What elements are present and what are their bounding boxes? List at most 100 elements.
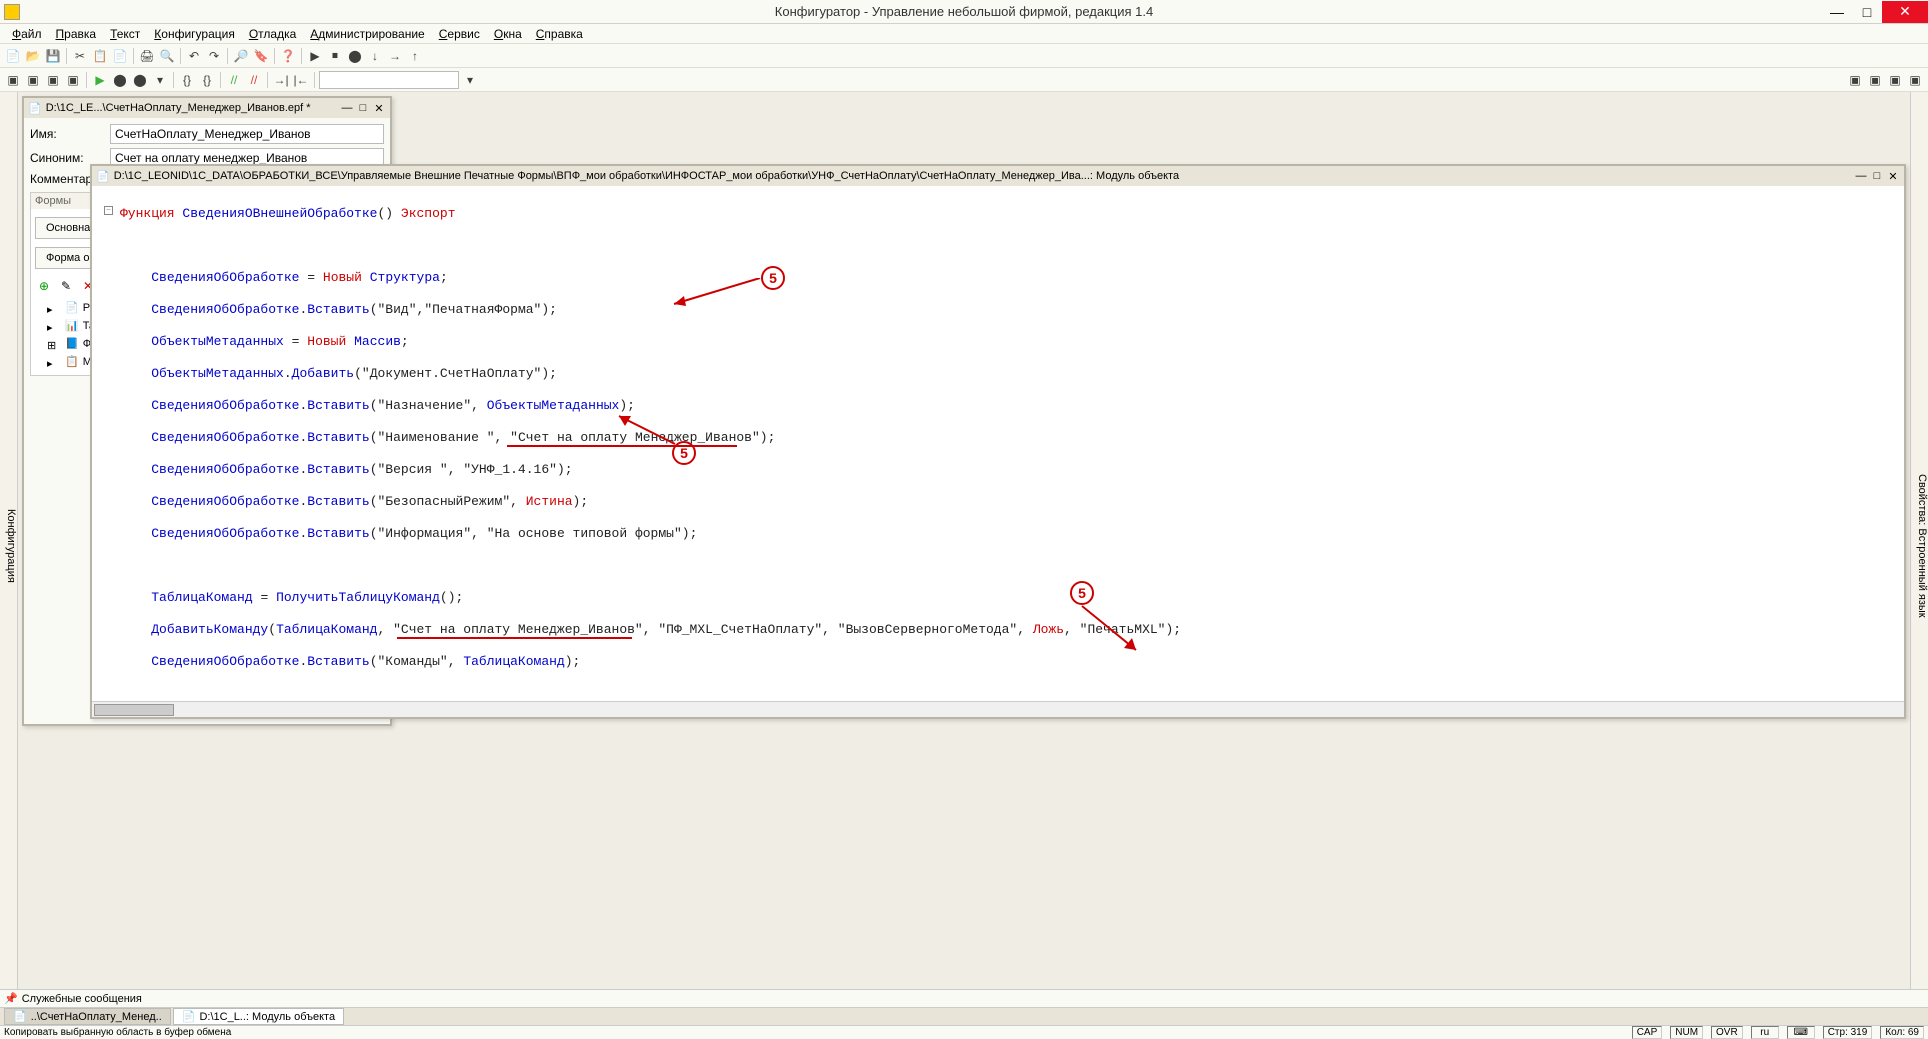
status-ovr: OVR (1711, 1026, 1743, 1039)
close-button[interactable]: ✕ (1882, 1, 1928, 23)
name-input[interactable] (110, 124, 384, 144)
menu-file[interactable]: Файл (6, 25, 48, 43)
synonym-label: Синоним: (30, 151, 110, 165)
messages-label: Служебные сообщения (22, 993, 142, 1005)
menu-admin[interactable]: Администрирование (304, 25, 430, 43)
fold-icon[interactable]: − (104, 206, 113, 215)
status-cap: CAP (1632, 1026, 1663, 1039)
document-tabs: 📄..\СчетНаОплату_Менед.. 📄D:\1C_L..: Мод… (0, 1007, 1928, 1025)
document-icon: 📄 (96, 170, 110, 183)
tb2-icon-10[interactable]: {} (198, 71, 216, 89)
code-close-button[interactable]: ✕ (1886, 169, 1900, 183)
status-keyboard-icon[interactable]: ⌨ (1787, 1026, 1815, 1039)
scrollbar-thumb[interactable] (94, 704, 174, 716)
status-num: NUM (1670, 1026, 1703, 1039)
annotation-marker: 5 (1070, 581, 1094, 605)
step-over-icon[interactable]: → (386, 47, 404, 65)
messages-panel[interactable]: 📌 Служебные сообщения (0, 989, 1928, 1007)
paste-icon[interactable]: 📄 (111, 47, 129, 65)
preview-icon[interactable]: 🔍 (158, 47, 176, 65)
main-area: Конфигурация Свойства: Встроенный язык 📄… (0, 92, 1928, 989)
open-icon[interactable]: 📂 (24, 47, 42, 65)
tb2-icon-3[interactable]: ▣ (44, 71, 62, 89)
horizontal-scrollbar[interactable] (92, 701, 1904, 717)
run-icon[interactable]: ▶ (91, 71, 109, 89)
side-tab-config[interactable]: Конфигурация (0, 92, 18, 989)
save-icon[interactable]: 💾 (44, 47, 62, 65)
search-go-icon[interactable]: ▾ (461, 71, 479, 89)
bookmark-icon[interactable]: 🔖 (252, 47, 270, 65)
name-label: Имя: (30, 127, 110, 141)
toolbar-2: ▣ ▣ ▣ ▣ ▶ ⬤ ⬤ ▾ {} {} // // →| |← ▾ ▣ ▣ … (0, 68, 1928, 92)
redo-icon[interactable]: ↷ (205, 47, 223, 65)
tb2-icon-9[interactable]: {} (178, 71, 196, 89)
tb2-icon-1[interactable]: ▣ (4, 71, 22, 89)
print-icon[interactable]: 🖨 (138, 47, 156, 65)
comment-icon[interactable]: // (225, 71, 243, 89)
indent-icon[interactable]: →| (272, 71, 290, 89)
code-window-title: D:\1C_LEONID\1C_DATA\ОБРАБОТКИ_ВСЕ\Управ… (114, 170, 1850, 182)
menu-text[interactable]: Текст (104, 25, 146, 43)
menubar: Файл Правка Текст Конфигурация Отладка А… (0, 24, 1928, 44)
tb2-icon-4[interactable]: ▣ (64, 71, 82, 89)
code-window: 📄 D:\1C_LEONID\1C_DATA\ОБРАБОТКИ_ВСЕ\Упр… (90, 164, 1906, 719)
cut-icon[interactable]: ✂ (71, 47, 89, 65)
app-icon (4, 4, 20, 20)
app-title: Конфигуратор - Управление небольшой фирм… (775, 4, 1153, 19)
new-icon[interactable]: 📄 (4, 47, 22, 65)
debug-start-icon[interactable]: ▶ (306, 47, 324, 65)
statusbar: Копировать выбранную область в буфер обм… (0, 1025, 1928, 1039)
uncomment-icon[interactable]: // (245, 71, 263, 89)
step-out-icon[interactable]: ↑ (406, 47, 424, 65)
tb2-icon-6[interactable]: ⬤ (111, 71, 129, 89)
tb2-icon-2[interactable]: ▣ (24, 71, 42, 89)
menu-config[interactable]: Конфигурация (148, 25, 241, 43)
document-icon: 📄 (13, 1010, 27, 1023)
props-window-title: D:\1C_LE...\СчетНаОплату_Менеджер_Иванов… (46, 102, 311, 114)
debug-stop-icon[interactable]: ⏹ (326, 47, 344, 65)
code-minimize-button[interactable]: — (1854, 169, 1868, 183)
annotation-underline (507, 445, 737, 447)
menu-windows[interactable]: Окна (488, 25, 528, 43)
annotation-marker: 5 (672, 441, 696, 465)
tb2-icon-8[interactable]: ▾ (151, 71, 169, 89)
props-minimize-button[interactable]: — (340, 101, 354, 115)
side-tab-props[interactable]: Свойства: Встроенный язык (1910, 92, 1928, 989)
tb-right-1[interactable]: ▣ (1846, 71, 1864, 89)
tb-right-3[interactable]: ▣ (1886, 71, 1904, 89)
props-close-button[interactable]: ✕ (372, 101, 386, 115)
tb-right-2[interactable]: ▣ (1866, 71, 1884, 89)
doc-tab-active[interactable]: 📄D:\1C_L..: Модуль объекта (173, 1008, 344, 1025)
menu-service[interactable]: Сервис (433, 25, 486, 43)
menu-edit[interactable]: Правка (50, 25, 103, 43)
annotation-marker: 5 (761, 266, 785, 290)
tb2-icon-7[interactable]: ⬤ (131, 71, 149, 89)
find-icon[interactable]: 🔎 (232, 47, 250, 65)
status-hint: Копировать выбранную область в буфер обм… (4, 1027, 231, 1038)
minimize-button[interactable]: — (1822, 1, 1852, 23)
tb-right-4[interactable]: ▣ (1906, 71, 1924, 89)
step-into-icon[interactable]: ↓ (366, 47, 384, 65)
code-editor[interactable]: −Функция СведенияОВнешнейОбработке() Экс… (92, 186, 1904, 701)
pin-icon[interactable]: 📌 (4, 992, 18, 1005)
status-lang: ru (1751, 1026, 1779, 1039)
props-titlebar[interactable]: 📄 D:\1C_LE...\СчетНаОплату_Менеджер_Иван… (24, 98, 390, 118)
code-titlebar[interactable]: 📄 D:\1C_LEONID\1C_DATA\ОБРАБОТКИ_ВСЕ\Упр… (92, 166, 1904, 186)
search-input[interactable] (319, 71, 459, 89)
copy-icon[interactable]: 📋 (91, 47, 109, 65)
help-icon[interactable]: ❓ (279, 47, 297, 65)
menu-debug[interactable]: Отладка (243, 25, 302, 43)
doc-tab[interactable]: 📄..\СчетНаОплату_Менед.. (4, 1008, 171, 1025)
annotation-underline (397, 637, 632, 639)
add-icon[interactable]: ⊕ (35, 277, 53, 295)
toolbar-1: 📄 📂 💾 ✂ 📋 📄 🖨 🔍 ↶ ↷ 🔎 🔖 ❓ ▶ ⏹ ⬤ ↓ → ↑ (0, 44, 1928, 68)
code-maximize-button[interactable]: □ (1870, 169, 1884, 183)
edit-icon[interactable]: ✎ (57, 277, 75, 295)
maximize-button[interactable]: □ (1852, 1, 1882, 23)
undo-icon[interactable]: ↶ (185, 47, 203, 65)
breakpoint-icon[interactable]: ⬤ (346, 47, 364, 65)
props-maximize-button[interactable]: □ (356, 101, 370, 115)
document-icon: 📄 (28, 102, 42, 115)
menu-help[interactable]: Справка (530, 25, 589, 43)
outdent-icon[interactable]: |← (292, 71, 310, 89)
